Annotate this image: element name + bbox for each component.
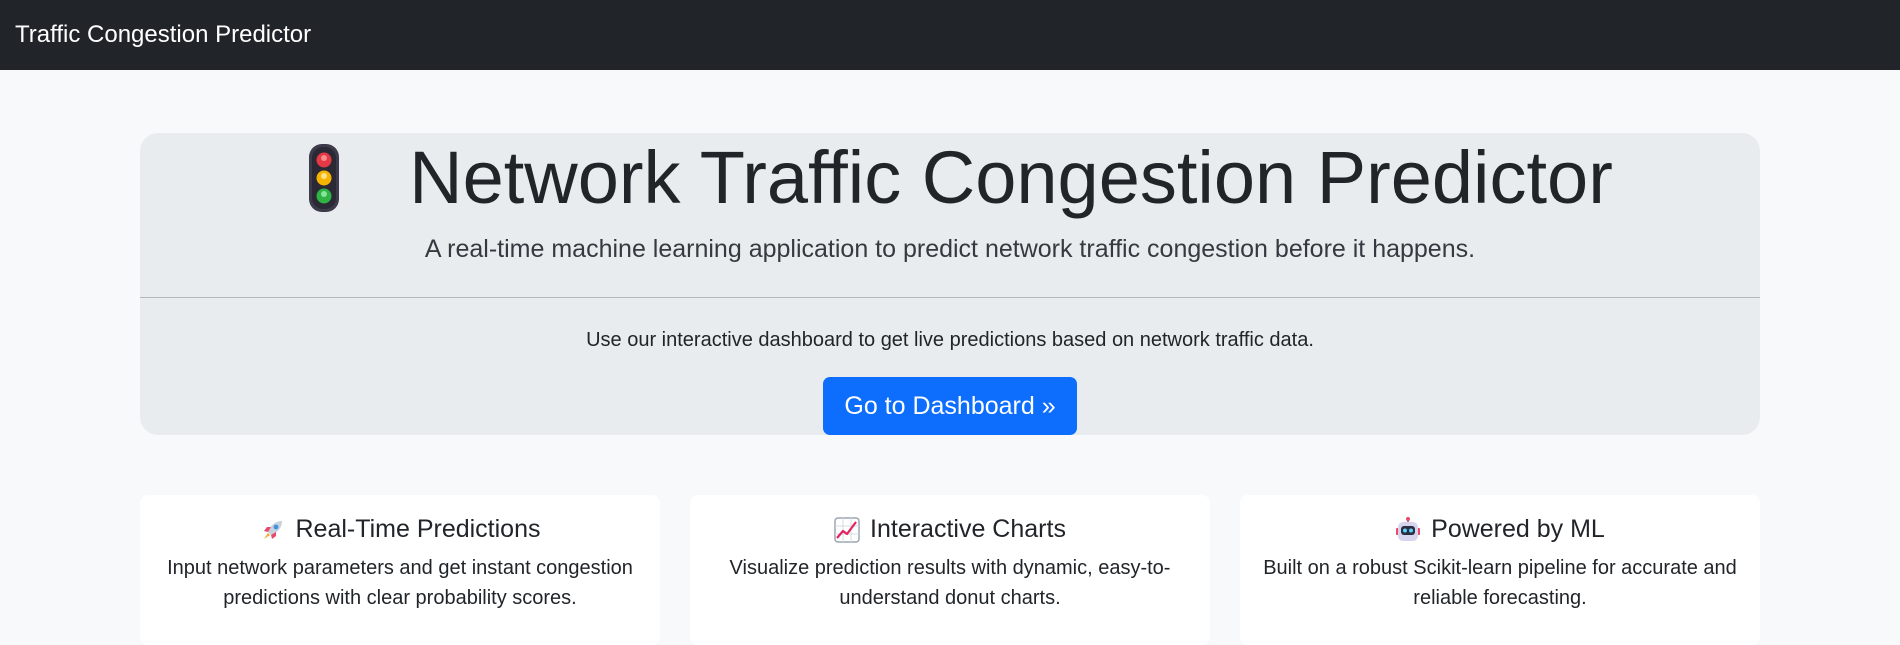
- feature-card-text: Input network parameters and get instant…: [167, 557, 633, 609]
- feature-card-title-text: Interactive Charts: [870, 515, 1066, 543]
- hero-lead: A real-time machine learning application…: [424, 235, 1476, 263]
- chart-increasing-icon: [834, 516, 860, 543]
- hero-section: Network Traffic Congestion Predictor A r…: [140, 133, 1760, 435]
- navbar-brand[interactable]: Traffic Congestion Predictor: [15, 21, 311, 49]
- hero-text: Use our interactive dashboard to get liv…: [586, 329, 1314, 351]
- robot-icon: [1395, 516, 1421, 543]
- traffic-light-icon: [287, 141, 361, 215]
- navbar: Traffic Congestion Predictor: [0, 0, 1900, 70]
- feature-card-title-text: Real-Time Predictions: [295, 515, 541, 543]
- feature-card-real-time-predictions: Real-Time Predictions Input network para…: [140, 495, 660, 645]
- hero-title-text: Network Traffic Congestion Predictor: [409, 136, 1613, 219]
- feature-card-title-text: Powered by ML: [1431, 515, 1605, 543]
- main-container: Network Traffic Congestion Predictor A r…: [140, 133, 1760, 645]
- feature-card-title: Interactive Charts: [690, 515, 1210, 544]
- feature-card-title: Powered by ML: [1240, 515, 1760, 544]
- hero-title: Network Traffic Congestion Predictor: [140, 135, 1760, 221]
- feature-card-interactive-charts: Interactive Charts Visualize prediction …: [690, 495, 1210, 645]
- hero-divider: [140, 297, 1760, 298]
- feature-card-title: Real-Time Predictions: [140, 515, 660, 544]
- feature-card-powered-by-ml: Powered by ML Built on a robust Scikit-l…: [1240, 495, 1760, 645]
- feature-card-text: Built on a robust Scikit-learn pipeline …: [1263, 557, 1737, 609]
- feature-card-text: Visualize prediction results with dynami…: [729, 557, 1171, 609]
- go-to-dashboard-button[interactable]: Go to Dashboard »: [823, 377, 1077, 435]
- rocket-icon: [260, 517, 286, 543]
- features-row: Real-Time Predictions Input network para…: [140, 495, 1760, 645]
